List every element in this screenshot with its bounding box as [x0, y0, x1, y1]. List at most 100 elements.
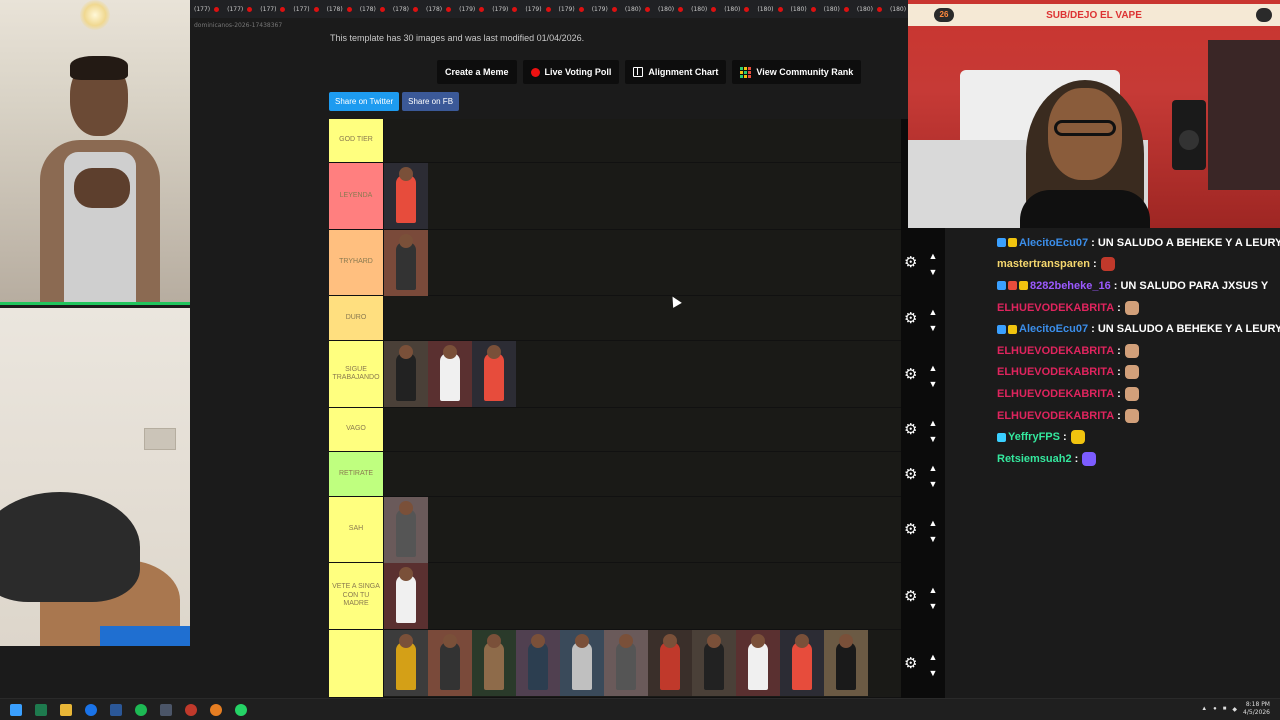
- tier-item-image[interactable]: [384, 341, 428, 407]
- gear-icon[interactable]: ⚙: [904, 422, 918, 437]
- chevron-down-icon[interactable]: ▼: [928, 601, 938, 611]
- gear-icon[interactable]: ⚙: [904, 589, 918, 604]
- chat-username[interactable]: Retsiemsuah2: [997, 453, 1072, 465]
- chevron-up-icon[interactable]: ▲: [928, 307, 938, 317]
- file-explorer-icon[interactable]: [57, 701, 75, 719]
- tier-item-image[interactable]: [560, 630, 604, 696]
- network-icon[interactable]: ■: [1223, 706, 1227, 712]
- start-icon[interactable]: [7, 701, 25, 719]
- chevron-down-icon[interactable]: ▼: [928, 323, 938, 333]
- chat-username[interactable]: AlecitoEcu07: [1019, 237, 1088, 249]
- tier-item-image[interactable]: [516, 630, 560, 696]
- tier-label[interactable]: VETE A SINGA CON TU MADRE: [329, 563, 384, 629]
- terminal-icon[interactable]: [32, 701, 50, 719]
- browser-tab[interactable]: (177): [223, 6, 256, 13]
- chat-username[interactable]: ELHUEVODEKABRITA: [997, 366, 1114, 378]
- chevron-up-icon[interactable]: ▲: [1201, 706, 1207, 712]
- tier-item-image[interactable]: [384, 163, 428, 229]
- chrome-canary-icon[interactable]: [207, 701, 225, 719]
- alignment-chart-button[interactable]: Alignment Chart: [625, 60, 727, 84]
- browser-tab[interactable]: (178): [389, 6, 422, 13]
- browser-tab[interactable]: (180): [687, 6, 720, 13]
- chat-username[interactable]: 8282beheke_16: [1030, 280, 1111, 292]
- tier-label[interactable]: SAH: [329, 497, 384, 562]
- clock[interactable]: 8:18 PM 4/5/2026: [1243, 701, 1270, 717]
- browser-tab[interactable]: (178): [356, 6, 389, 13]
- chevron-up-icon[interactable]: ▲: [928, 363, 938, 373]
- community-rank-button[interactable]: View Community Rank: [732, 60, 862, 84]
- share-twitter-button[interactable]: Share on Twitter: [329, 92, 400, 111]
- tier-label[interactable]: TRYHARD: [329, 230, 384, 295]
- chevron-down-icon[interactable]: ▼: [928, 668, 938, 678]
- tier-item-image[interactable]: [648, 630, 692, 696]
- tier-label[interactable]: LEYENDA: [329, 163, 384, 229]
- gear-icon[interactable]: ⚙: [904, 311, 918, 326]
- chevron-down-icon[interactable]: ▼: [928, 379, 938, 389]
- browser-tab[interactable]: (177): [256, 6, 289, 13]
- browser-tab[interactable]: (179): [588, 6, 621, 13]
- chevron-down-icon[interactable]: ▼: [928, 534, 938, 544]
- browser-tab[interactable]: (178): [422, 6, 455, 13]
- create-meme-button[interactable]: Create a Meme: [437, 60, 517, 84]
- tier-label[interactable]: GOD TIER: [329, 119, 384, 162]
- tier-item-image[interactable]: [824, 630, 868, 696]
- browser-tab[interactable]: (177): [289, 6, 322, 13]
- chevron-up-icon[interactable]: ▲: [928, 518, 938, 528]
- browser-tab[interactable]: (180): [753, 6, 786, 13]
- chat-username[interactable]: ELHUEVODEKABRITA: [997, 410, 1114, 422]
- tier-item-image[interactable]: [472, 630, 516, 696]
- obs-icon[interactable]: [182, 701, 200, 719]
- tier-label[interactable]: SIGUE TRABAJANDO: [329, 341, 384, 407]
- tier-item-image[interactable]: [384, 630, 428, 696]
- chevron-down-icon[interactable]: ▼: [928, 479, 938, 489]
- browser-tab[interactable]: (179): [488, 6, 521, 13]
- chevron-up-icon[interactable]: ▲: [928, 652, 938, 662]
- tier-item-image[interactable]: [384, 230, 428, 296]
- browser-tab[interactable]: (180): [820, 6, 853, 13]
- browser-tab[interactable]: (180): [787, 6, 820, 13]
- gear-icon[interactable]: ⚙: [904, 467, 918, 482]
- chevron-up-icon[interactable]: ▲: [928, 585, 938, 595]
- browser-tab[interactable]: (180): [621, 6, 654, 13]
- tier-item-image[interactable]: [472, 341, 516, 407]
- tier-item-image[interactable]: [604, 630, 648, 696]
- tier-item-image[interactable]: [384, 563, 428, 629]
- tier-item-image[interactable]: [780, 630, 824, 696]
- browser-tab[interactable]: (180): [720, 6, 753, 13]
- chat-username[interactable]: YeffryFPS: [1008, 431, 1060, 443]
- tier-item-image[interactable]: [692, 630, 736, 696]
- chevron-up-icon[interactable]: ▲: [928, 418, 938, 428]
- app-icon[interactable]: [157, 701, 175, 719]
- tier-item-image[interactable]: [736, 630, 780, 696]
- chat-username[interactable]: ELHUEVODEKABRITA: [997, 345, 1114, 357]
- chevron-down-icon[interactable]: ▼: [928, 267, 938, 277]
- gear-icon[interactable]: ⚙: [904, 656, 918, 671]
- tier-label[interactable]: VAGO: [329, 408, 384, 451]
- chat-username[interactable]: ELHUEVODEKABRITA: [997, 388, 1114, 400]
- tier-label[interactable]: RETIRATE: [329, 452, 384, 496]
- chrome-icon[interactable]: [82, 701, 100, 719]
- gear-icon[interactable]: ⚙: [904, 367, 918, 382]
- chat-username[interactable]: AlecitoEcu07: [1019, 323, 1088, 335]
- tier-item-image[interactable]: [428, 341, 472, 407]
- live-voting-poll-button[interactable]: Live Voting Poll: [522, 60, 620, 84]
- browser-tab[interactable]: (180): [886, 6, 908, 13]
- browser-tab[interactable]: (179): [555, 6, 588, 13]
- chevron-down-icon[interactable]: ▼: [928, 434, 938, 444]
- browser-tab[interactable]: (180): [654, 6, 687, 13]
- tier-label[interactable]: DURO: [329, 296, 384, 340]
- browser-tab[interactable]: (179): [455, 6, 488, 13]
- chevron-up-icon[interactable]: ▲: [928, 251, 938, 261]
- gear-icon[interactable]: ⚙: [904, 522, 918, 537]
- browser-tab[interactable]: (177): [190, 6, 223, 13]
- browser-tab[interactable]: (179): [521, 6, 554, 13]
- whatsapp-icon[interactable]: [232, 701, 250, 719]
- tier-item-image[interactable]: [384, 497, 428, 563]
- store-icon[interactable]: [107, 701, 125, 719]
- gear-icon[interactable]: ⚙: [904, 255, 918, 270]
- tier-label[interactable]: [329, 630, 384, 697]
- mic-icon[interactable]: ●: [1213, 706, 1217, 712]
- share-facebook-button[interactable]: Share on FB: [402, 92, 460, 111]
- chevron-up-icon[interactable]: ▲: [928, 463, 938, 473]
- browser-tab[interactable]: (178): [323, 6, 356, 13]
